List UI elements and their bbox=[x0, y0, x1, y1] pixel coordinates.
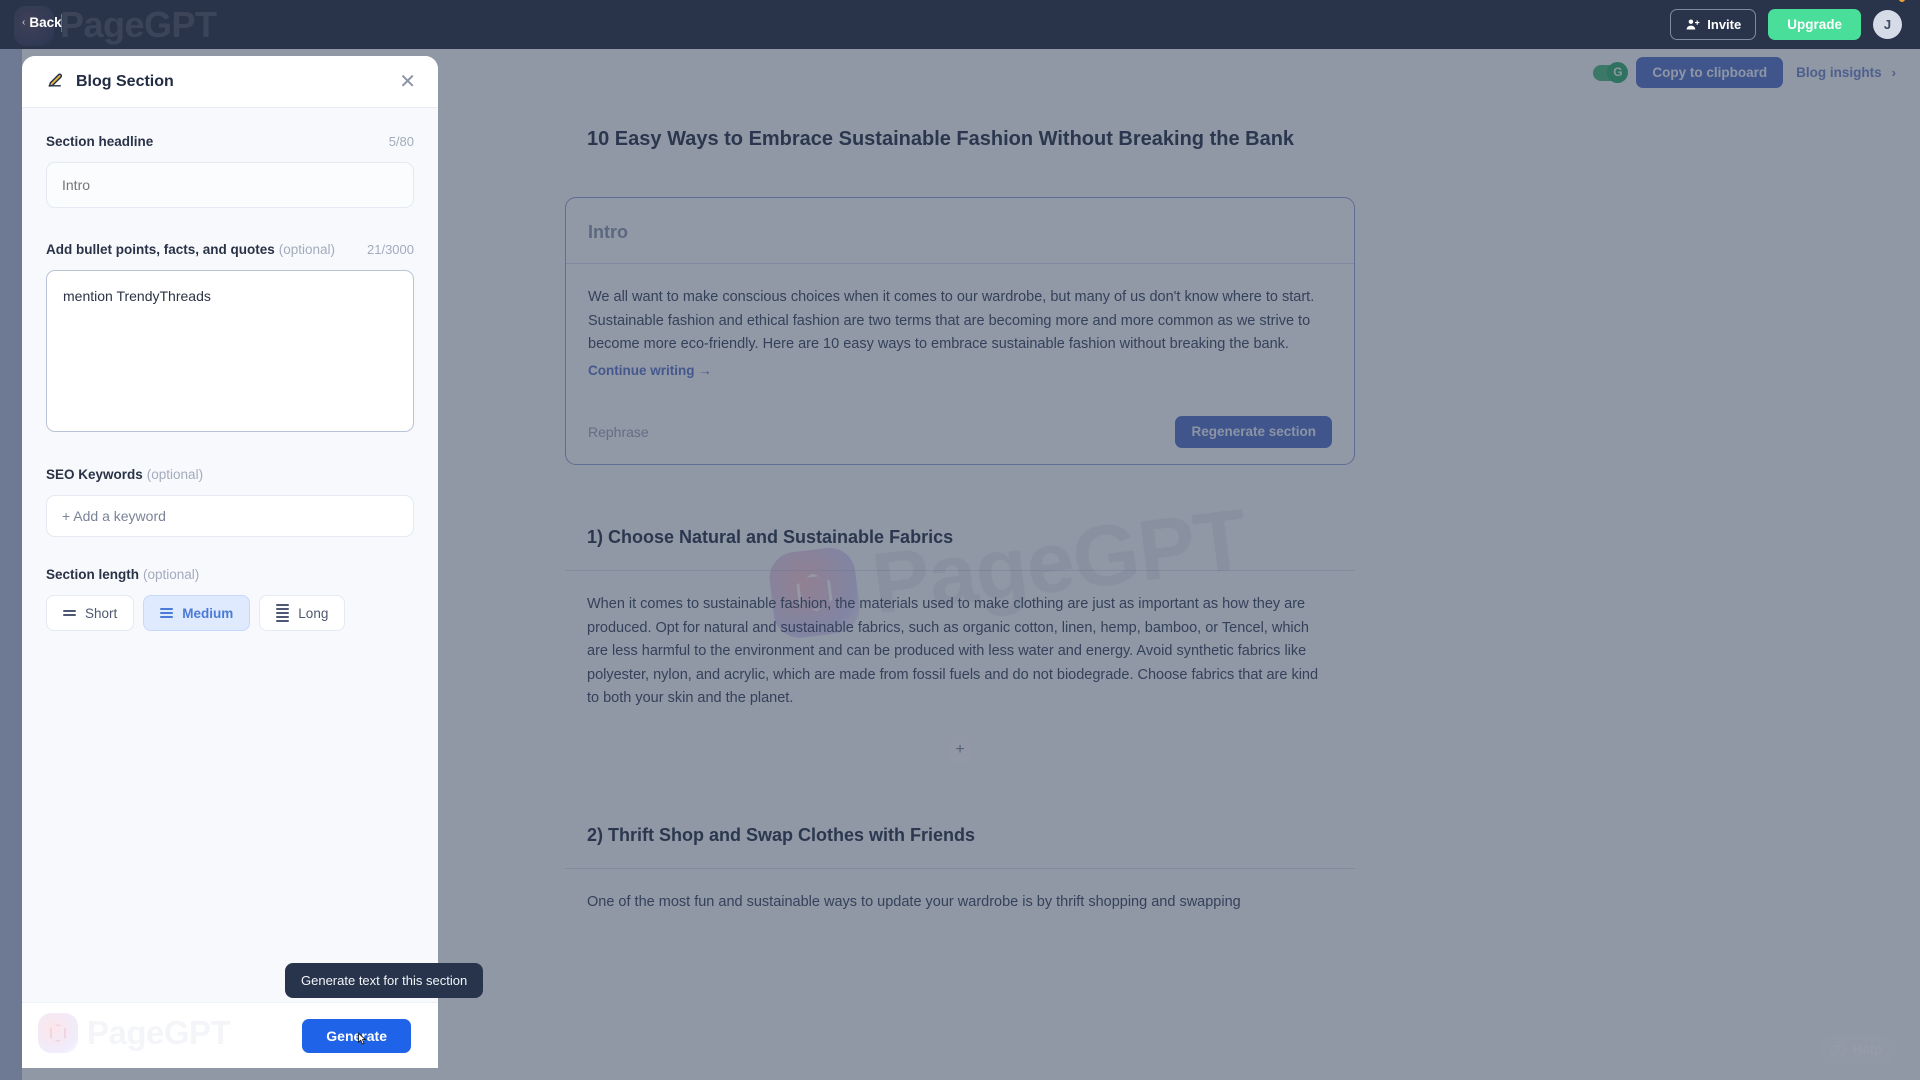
generate-button-label: Generate bbox=[326, 1027, 387, 1044]
length-field-row: Section length (optional) bbox=[46, 567, 414, 582]
bullets-optional-tag: (optional) bbox=[278, 242, 336, 257]
headline-input[interactable] bbox=[46, 162, 414, 208]
hexagon-logo-icon bbox=[38, 1013, 78, 1053]
panel-footer-watermark-text: PageGPT bbox=[87, 1014, 231, 1051]
upgrade-button-label: Upgrade bbox=[1787, 17, 1842, 32]
bullets-textarea[interactable] bbox=[46, 270, 414, 432]
seo-field-row: SEO Keywords (optional) bbox=[46, 467, 414, 482]
bullets-field-row: Add bullet points, facts, and quotes (opt… bbox=[46, 242, 414, 257]
back-button[interactable]: ‹ Back bbox=[22, 15, 62, 30]
avatar[interactable]: J bbox=[1873, 0, 1905, 39]
panel-left-rail bbox=[0, 49, 22, 1080]
avatar-initial: J bbox=[1883, 17, 1892, 32]
headline-field-row: Section headline 5/80 bbox=[46, 134, 414, 149]
panel-title: Blog Section bbox=[76, 72, 174, 90]
add-user-icon bbox=[1686, 19, 1700, 30]
top-bar-actions: Invite Upgrade J bbox=[1670, 0, 1905, 49]
blog-section-panel: Blog Section ✕ Section headline 5/80 Add… bbox=[22, 56, 438, 1068]
generate-button[interactable]: Generate bbox=[302, 1018, 411, 1053]
lines-long-icon bbox=[276, 604, 290, 622]
length-option-long[interactable]: Long bbox=[259, 595, 346, 631]
length-label-text: Section length bbox=[46, 567, 140, 582]
seo-label-text: SEO Keywords bbox=[46, 467, 143, 482]
back-button-label: Back bbox=[29, 15, 62, 30]
length-option-short-label: Short bbox=[85, 605, 118, 621]
seo-label: SEO Keywords (optional) bbox=[46, 467, 203, 482]
seo-optional-tag: (optional) bbox=[146, 467, 204, 482]
length-option-long-label: Long bbox=[298, 605, 329, 621]
section-length-group: Short Medium Long bbox=[46, 595, 414, 631]
brand-watermark-text: PageGPT bbox=[60, 4, 217, 45]
add-keyword-input[interactable]: + Add a keyword bbox=[46, 495, 414, 537]
invite-button-label: Invite bbox=[1707, 17, 1742, 32]
generate-tooltip: Generate text for this section bbox=[285, 963, 484, 998]
pencil-edit-icon bbox=[46, 70, 65, 94]
length-optional-tag: (optional) bbox=[143, 567, 200, 582]
bullets-counter: 21/3000 bbox=[367, 242, 414, 257]
panel-footer-watermark: PageGPT bbox=[38, 1013, 231, 1053]
headline-label: Section headline bbox=[46, 134, 154, 149]
length-label: Section length (optional) bbox=[46, 567, 199, 582]
invite-button[interactable]: Invite bbox=[1670, 9, 1757, 40]
length-option-medium-label: Medium bbox=[182, 605, 234, 621]
top-navigation-bar: PageGPT ‹ Back Invite Upgrade J bbox=[0, 0, 1920, 49]
panel-header: Blog Section ✕ bbox=[22, 56, 438, 108]
close-icon[interactable]: ✕ bbox=[399, 72, 416, 92]
length-option-medium[interactable]: Medium bbox=[143, 595, 251, 631]
lines-short-icon bbox=[63, 610, 76, 616]
upgrade-button[interactable]: Upgrade bbox=[1768, 9, 1861, 40]
panel-footer: PageGPT Generate bbox=[22, 1002, 438, 1068]
panel-body: Section headline 5/80 Add bullet points,… bbox=[22, 108, 438, 1002]
bullets-label: Add bullet points, facts, and quotes (opt… bbox=[46, 242, 335, 257]
headline-counter: 5/80 bbox=[388, 134, 414, 149]
notification-dot-icon bbox=[1899, 0, 1905, 2]
lines-medium-icon bbox=[160, 608, 174, 618]
bullets-label-text: Add bullet points, facts, and quotes bbox=[46, 242, 275, 257]
length-option-short[interactable]: Short bbox=[46, 595, 135, 631]
chevron-left-icon: ‹ bbox=[22, 17, 26, 28]
